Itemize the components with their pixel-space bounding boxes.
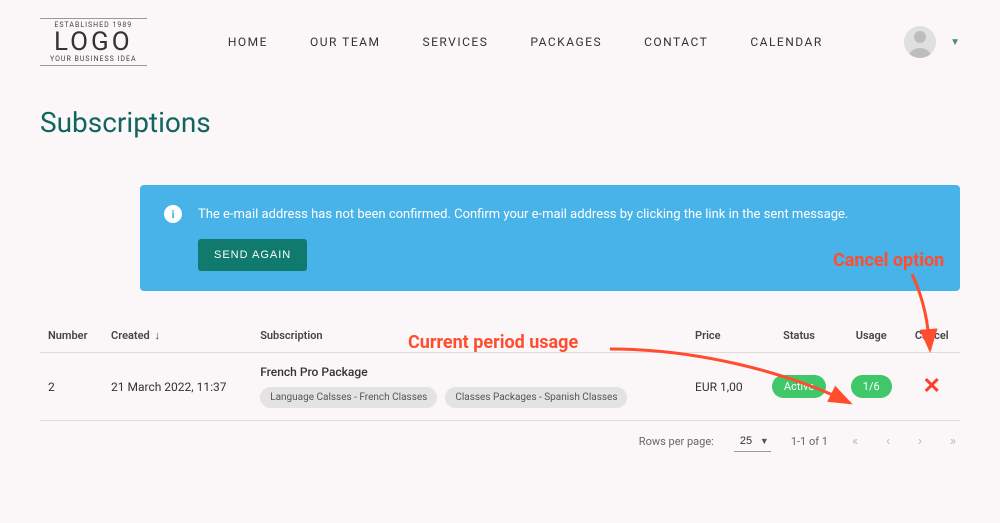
col-usage[interactable]: Usage	[839, 319, 904, 353]
page-title: Subscriptions	[40, 106, 1000, 139]
col-price[interactable]: Price	[687, 319, 759, 353]
rows-per-page-select[interactable]: 25	[734, 431, 771, 452]
alert-text: The e-mail address has not been confirme…	[198, 207, 848, 222]
col-subscription[interactable]: Subscription	[252, 319, 687, 353]
nav-calendar[interactable]: CALENDAR	[750, 35, 822, 49]
package-name: French Pro Package	[260, 365, 679, 379]
cell-usage: 1/6	[839, 353, 904, 421]
rows-per-page-label: Rows per page:	[639, 435, 714, 448]
chevron-down-icon: ▼	[950, 37, 960, 48]
col-status[interactable]: Status	[759, 319, 839, 353]
main-nav: HOME OUR TEAM SERVICES PACKAGES CONTACT …	[167, 35, 885, 49]
user-menu[interactable]: ▼	[904, 26, 960, 58]
page-range: 1-1 of 1	[791, 435, 828, 448]
cell-cancel: ✕	[904, 353, 961, 421]
status-badge: Active	[772, 375, 826, 398]
cell-subscription: French Pro Package Language Calsses - Fr…	[252, 353, 687, 421]
nav-services[interactable]: SERVICES	[422, 35, 488, 49]
col-number[interactable]: Number	[40, 319, 103, 353]
cell-status: Active	[759, 353, 839, 421]
nav-contact[interactable]: CONTACT	[644, 35, 708, 49]
email-confirm-alert: i The e-mail address has not been confir…	[140, 185, 960, 291]
col-created[interactable]: Created ↓	[103, 319, 252, 353]
cell-created: 21 March 2022, 11:37	[103, 353, 252, 421]
nav-our-team[interactable]: OUR TEAM	[310, 35, 380, 49]
nav-home[interactable]: HOME	[228, 35, 268, 49]
first-page-button[interactable]: «	[848, 432, 862, 451]
info-icon: i	[164, 205, 182, 223]
send-again-button[interactable]: SEND AGAIN	[198, 239, 307, 271]
subscriptions-table: Number Created ↓ Subscription Price Stat…	[40, 319, 960, 421]
header: ESTABLISHED 1989 LOGO YOUR BUSINESS IDEA…	[0, 0, 1000, 66]
tag-pill[interactable]: Classes Packages - Spanish Classes	[445, 387, 627, 408]
sort-desc-icon: ↓	[154, 329, 160, 342]
nav-packages[interactable]: PACKAGES	[530, 35, 602, 49]
cell-number: 2	[40, 353, 103, 421]
last-page-button[interactable]: »	[946, 432, 960, 451]
logo[interactable]: ESTABLISHED 1989 LOGO YOUR BUSINESS IDEA	[40, 18, 147, 66]
logo-subtitle: YOUR BUSINESS IDEA	[50, 55, 137, 63]
cell-price: EUR 1,00	[687, 353, 759, 421]
cancel-button[interactable]: ✕	[912, 374, 953, 399]
avatar-icon	[904, 26, 936, 58]
table-row: 2 21 March 2022, 11:37 French Pro Packag…	[40, 353, 960, 421]
usage-badge: 1/6	[851, 375, 892, 398]
tag-pill[interactable]: Language Calsses - French Classes	[260, 387, 437, 408]
next-page-button[interactable]: ›	[914, 432, 926, 451]
col-cancel[interactable]: Cancel	[904, 319, 961, 353]
pagination: Rows per page: 25 ▼ 1-1 of 1 « ‹ › »	[0, 431, 960, 452]
logo-main: LOGO	[54, 29, 133, 55]
prev-page-button[interactable]: ‹	[882, 432, 894, 451]
